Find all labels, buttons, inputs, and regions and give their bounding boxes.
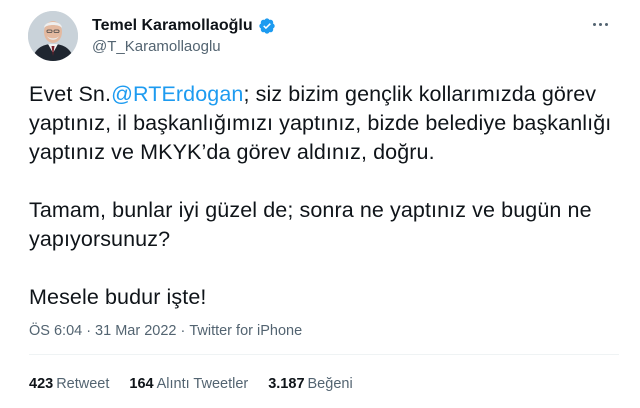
likes-label: Beğeni bbox=[307, 376, 353, 392]
tweet-text-prefix: Evet Sn. bbox=[29, 82, 112, 106]
author-display-name[interactable]: Temel Karamollaoğlu bbox=[92, 16, 253, 36]
likes-stat[interactable]: 3.187 Beğeni bbox=[268, 374, 352, 394]
quote-tweets-count: 164 bbox=[129, 376, 154, 392]
tweet-text: Evet Sn.@RTErdogan; siz bizim gençlik ko… bbox=[29, 80, 619, 312]
tweet-paragraph-3: Mesele budur işte! bbox=[29, 285, 207, 309]
verified-badge-icon bbox=[258, 17, 276, 35]
retweets-label: Retweet bbox=[56, 376, 110, 392]
tweet-meta: ÖS 6:04 · 31 Mar 2022 · Twitter for iPho… bbox=[29, 321, 302, 341]
tweet-source[interactable]: Twitter for iPhone bbox=[189, 321, 302, 341]
quote-tweets-stat[interactable]: 164 Alıntı Tweetler bbox=[129, 374, 248, 394]
tweet-time[interactable]: ÖS 6:04 bbox=[29, 321, 82, 341]
tweet-card: Temel Karamollaoğlu @T_Karamollaoglu Eve… bbox=[0, 0, 640, 408]
avatar[interactable] bbox=[28, 11, 78, 61]
author-name-row[interactable]: Temel Karamollaoğlu bbox=[92, 16, 276, 36]
meta-separator: · bbox=[180, 323, 186, 339]
tweet-paragraph-2: Tamam, bunlar iyi güzel de; sonra ne yap… bbox=[29, 198, 592, 251]
retweets-stat[interactable]: 423 Retweet bbox=[29, 374, 109, 394]
meta-separator: · bbox=[86, 323, 92, 339]
tweet-stats: 423 Retweet 164 Alıntı Tweetler 3.187 Beğen… bbox=[29, 374, 353, 394]
more-options-icon[interactable] bbox=[588, 14, 612, 34]
likes-count: 3.187 bbox=[268, 376, 305, 392]
mention-link[interactable]: @RTErdogan bbox=[111, 82, 243, 106]
tweet-paragraph-1: Evet Sn.@RTErdogan; siz bizim gençlik ko… bbox=[29, 80, 619, 167]
retweets-count: 423 bbox=[29, 376, 54, 392]
quote-tweets-label: Alıntı Tweetler bbox=[156, 376, 249, 392]
divider bbox=[29, 354, 619, 355]
author-handle[interactable]: @T_Karamollaoglu bbox=[92, 37, 221, 56]
tweet-date[interactable]: 31 Mar 2022 bbox=[95, 321, 176, 341]
